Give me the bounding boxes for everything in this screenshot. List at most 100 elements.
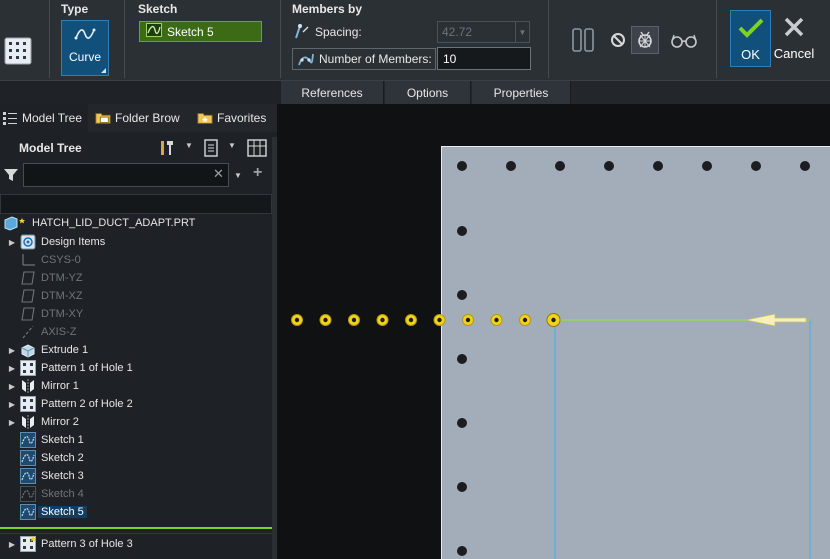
chevron-down-icon[interactable]: ▼ xyxy=(228,141,236,150)
tree-columns-icon[interactable] xyxy=(247,137,267,159)
spacing-option[interactable]: Spacing: xyxy=(292,22,362,42)
sketch-icon xyxy=(20,450,36,466)
tree-root-item[interactable]: HATCH_LID_DUCT_ADAPT.PRT xyxy=(3,215,195,231)
tree-item[interactable]: DTM-XZ xyxy=(7,287,83,305)
datum-plane-icon xyxy=(20,288,36,304)
tree-item-label: Sketch 5 xyxy=(38,506,87,518)
expand-icon[interactable]: ▶ xyxy=(7,400,17,409)
datum-plane-icon xyxy=(20,306,36,322)
curve-type-button[interactable]: Curve xyxy=(61,20,109,76)
tab-favorites-label: Favorites xyxy=(217,111,267,125)
ok-label: OK xyxy=(741,47,760,62)
tab-options[interactable]: Options xyxy=(385,81,471,104)
number-of-members-label: Number of Members: xyxy=(319,52,432,66)
expand-icon[interactable]: ▶ xyxy=(7,238,17,247)
sketch-collector[interactable]: Sketch 5 xyxy=(139,21,262,42)
tab-model-tree-label: Model Tree xyxy=(22,111,83,125)
cancel-button[interactable]: Cancel xyxy=(773,10,815,67)
tree-item[interactable]: Sketch 5 xyxy=(7,503,87,521)
folder-icon xyxy=(95,110,111,126)
tree-item-label: Mirror 2 xyxy=(41,416,79,428)
tree-item[interactable]: DTM-XY xyxy=(7,305,83,323)
type-section-title: Type xyxy=(61,2,89,16)
mirror-icon xyxy=(20,414,36,430)
tree-item-label: Mirror 1 xyxy=(41,380,79,392)
tree-item-label: DTM-YZ xyxy=(41,272,83,284)
dropdown-corner-icon xyxy=(101,68,106,73)
tab-folder-browser[interactable]: Folder Brow xyxy=(95,104,187,132)
pattern-feature-icon xyxy=(3,35,35,67)
sketch-icon xyxy=(20,504,36,520)
tree-item-label: Extrude 1 xyxy=(41,344,89,356)
chevron-down-icon[interactable]: ▼ xyxy=(234,171,242,180)
members-count-icon xyxy=(296,49,316,69)
checkmark-icon xyxy=(738,17,764,42)
tree-item[interactable]: ▶ Pattern 2 of Hole 2 xyxy=(7,395,133,413)
tree-item[interactable]: Sketch 1 xyxy=(7,431,84,449)
spacing-input[interactable]: 42.72 ▼ xyxy=(437,21,530,43)
tree-root-label: HATCH_LID_DUCT_ADAPT.PRT xyxy=(32,217,196,229)
model-tree-title: Model Tree xyxy=(19,141,82,155)
tree-item[interactable]: Sketch 4 xyxy=(7,485,84,503)
sketch-icon xyxy=(20,468,36,484)
mirror-icon xyxy=(20,378,36,394)
number-of-members-input[interactable]: 10 xyxy=(437,47,531,70)
tree-item-label: DTM-XY xyxy=(41,308,84,320)
tab-model-tree[interactable]: Model Tree xyxy=(0,104,88,132)
tree-item[interactable]: ▶ Mirror 1 xyxy=(7,377,79,395)
tree-item[interactable]: CSYS-0 xyxy=(7,251,81,269)
filter-icon[interactable] xyxy=(3,167,19,186)
pattern-icon xyxy=(20,536,36,552)
pattern-icon xyxy=(20,360,36,376)
ribbon-separator xyxy=(280,0,281,78)
number-of-members-option[interactable]: Number of Members: xyxy=(292,48,436,70)
insert-here-line[interactable] xyxy=(0,527,272,529)
members-by-title: Members by xyxy=(292,2,363,16)
tree-divider xyxy=(0,533,277,534)
sketch-collector-value: Sketch 5 xyxy=(167,24,214,39)
tree-item[interactable]: ▶ Extrude 1 xyxy=(7,341,88,359)
no-preview-icon[interactable] xyxy=(604,26,632,54)
chevron-down-icon[interactable]: ▼ xyxy=(515,22,529,42)
tree-item[interactable]: DTM-YZ xyxy=(7,269,83,287)
add-filter-icon[interactable]: + xyxy=(253,164,262,182)
ribbon-separator xyxy=(49,0,50,78)
show-icon[interactable] xyxy=(201,137,221,159)
ribbon-separator xyxy=(124,0,125,78)
ribbon-separator xyxy=(548,0,549,78)
chevron-down-icon[interactable]: ▼ xyxy=(185,141,193,150)
tree-item-pattern-3[interactable]: ▶ Pattern 3 of Hole 3 xyxy=(7,535,133,553)
tree-item-label: Sketch 2 xyxy=(41,452,84,464)
sketch-section-title: Sketch xyxy=(138,2,178,16)
tree-item[interactable]: Sketch 3 xyxy=(7,467,84,485)
tree-item[interactable]: Sketch 2 xyxy=(7,449,84,467)
spacing-label: Spacing: xyxy=(315,25,362,39)
tree-settings-icon[interactable] xyxy=(158,137,178,159)
tree-item[interactable]: ▶ Pattern 1 of Hole 1 xyxy=(7,359,133,377)
tab-favorites[interactable]: Favorites xyxy=(197,104,277,132)
tree-item[interactable]: ▶ Design Items xyxy=(7,233,105,251)
tree-item[interactable]: AXIS-Z xyxy=(7,323,76,341)
pause-icon[interactable] xyxy=(569,26,597,54)
expand-icon[interactable]: ▶ xyxy=(7,364,17,373)
ok-button[interactable]: OK xyxy=(730,10,771,67)
sketch-icon xyxy=(20,432,36,448)
tree-item[interactable]: ▶ Mirror 2 xyxy=(7,413,79,431)
clear-icon[interactable]: ✕ xyxy=(213,166,224,182)
part-surface[interactable] xyxy=(441,146,830,559)
expand-icon[interactable]: ▶ xyxy=(7,418,17,427)
tab-references[interactable]: References xyxy=(281,81,384,104)
number-of-members-box[interactable]: Number of Members: xyxy=(292,48,436,70)
verify-feature-icon[interactable] xyxy=(631,26,659,54)
expand-icon[interactable]: ▶ xyxy=(7,346,17,355)
curve-type-label: Curve xyxy=(68,50,101,64)
tree-item-label: Sketch 4 xyxy=(41,488,84,500)
expand-icon[interactable]: ▶ xyxy=(7,382,17,391)
glasses-preview-icon[interactable] xyxy=(668,26,700,54)
expand-icon[interactable]: ▶ xyxy=(7,540,17,549)
number-of-members-value: 10 xyxy=(443,51,457,66)
extrude-icon xyxy=(20,342,36,358)
tree-search-input[interactable] xyxy=(23,163,229,187)
tab-properties[interactable]: Properties xyxy=(472,81,571,104)
part-icon xyxy=(3,215,29,231)
